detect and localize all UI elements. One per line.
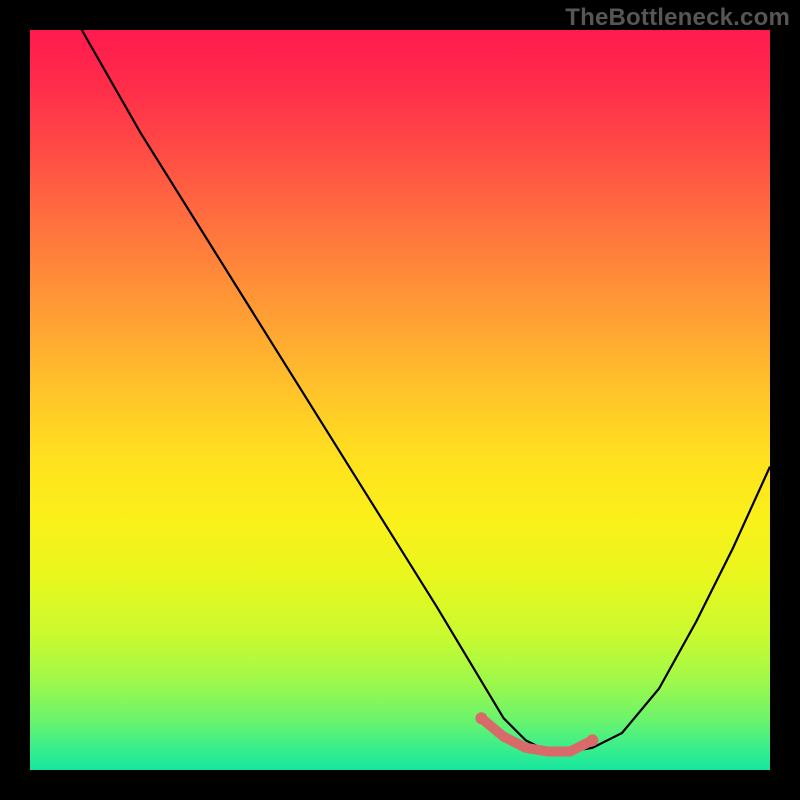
plot-area xyxy=(30,30,770,770)
chart-svg xyxy=(30,30,770,770)
highlight-dot-left xyxy=(475,712,487,724)
highlight-dot-right xyxy=(586,734,598,746)
highlight-segment xyxy=(481,718,592,751)
chart-frame: TheBottleneck.com xyxy=(0,0,800,800)
bottleneck-curve xyxy=(82,30,770,752)
watermark-text: TheBottleneck.com xyxy=(565,4,790,32)
